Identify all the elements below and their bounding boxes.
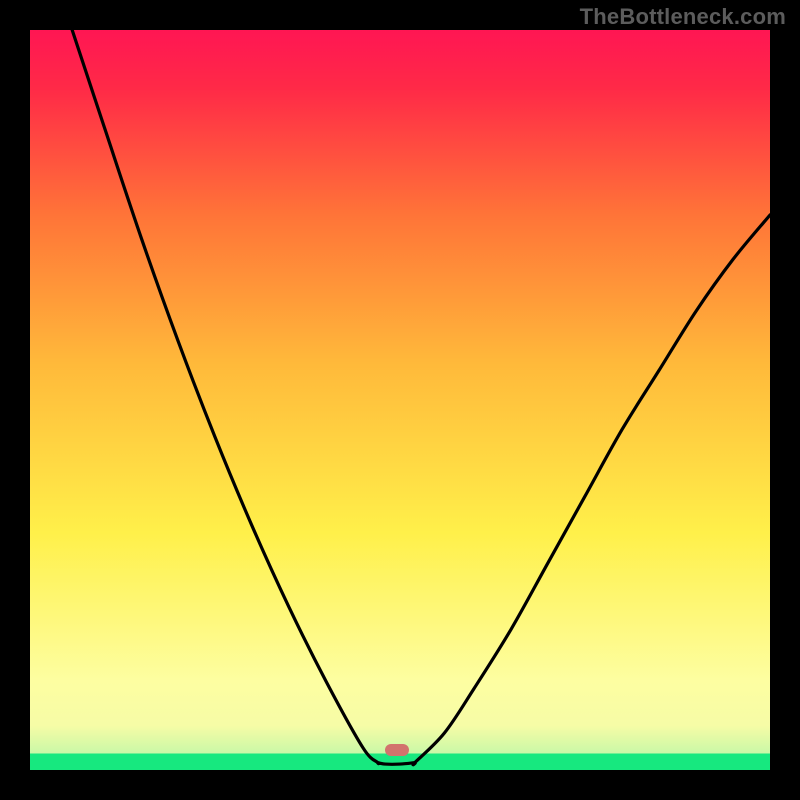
plot-area [30, 30, 770, 770]
minimum-marker-icon [385, 744, 409, 756]
bottleneck-curve [72, 30, 770, 765]
chart-stage: TheBottleneck.com [0, 0, 800, 800]
watermark-text: TheBottleneck.com [580, 4, 786, 30]
curve-svg [30, 30, 770, 770]
